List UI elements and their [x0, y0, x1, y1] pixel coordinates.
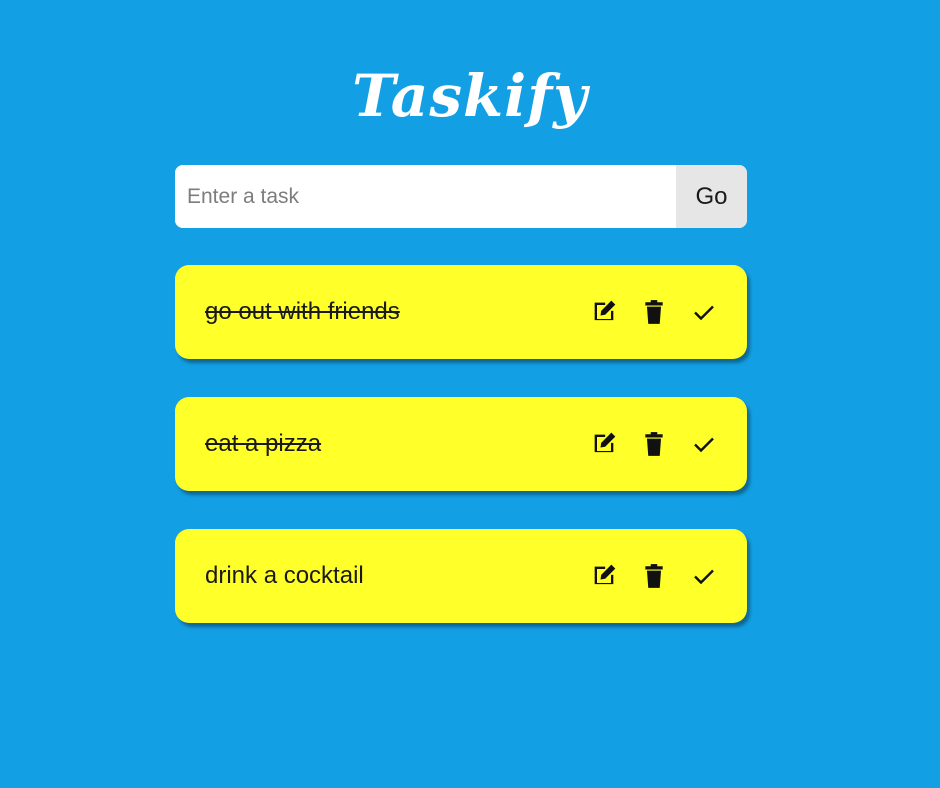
trash-icon[interactable]: [639, 561, 669, 591]
edit-icon[interactable]: [589, 297, 619, 327]
check-icon[interactable]: [689, 297, 719, 327]
task-actions: [589, 561, 719, 591]
task-card: eat a pizza: [175, 397, 747, 491]
task-form: Go: [175, 165, 747, 228]
task-actions: [589, 429, 719, 459]
trash-icon[interactable]: [639, 297, 669, 327]
check-icon[interactable]: [689, 429, 719, 459]
trash-icon[interactable]: [639, 429, 669, 459]
task-text: go out with friends: [205, 298, 400, 325]
task-actions: [589, 297, 719, 327]
task-text: eat a pizza: [205, 430, 322, 457]
task-text: drink a cocktail: [205, 562, 364, 589]
app-title: Taskify: [352, 62, 588, 130]
edit-icon[interactable]: [589, 429, 619, 459]
task-card: drink a cocktail: [175, 529, 747, 623]
task-card: go out with friends: [175, 265, 747, 359]
edit-icon[interactable]: [589, 561, 619, 591]
go-button[interactable]: Go: [676, 165, 747, 228]
task-list: go out with friends eat a pizza drink a …: [175, 265, 747, 661]
check-icon[interactable]: [689, 561, 719, 591]
task-input[interactable]: [175, 165, 676, 228]
